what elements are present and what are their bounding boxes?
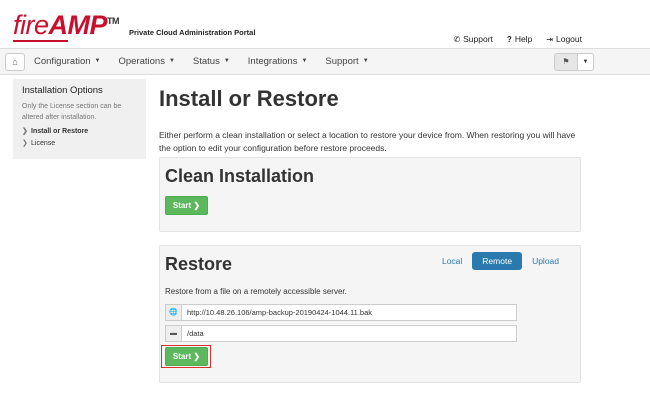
nav-status[interactable]: Status ▼ — [193, 56, 230, 67]
clean-installation-panel: Clean Installation Start ❯ — [159, 157, 581, 232]
fireamp-logo[interactable]: fireAMPTM — [13, 10, 120, 41]
logo-underline — [13, 40, 68, 42]
sidebar-item-install-restore[interactable]: ❯ Install or Restore — [22, 126, 137, 138]
caret-down-icon: ▼ — [168, 58, 175, 65]
nav-menu: Configuration ▼ Operations ▼ Status ▼ Integ… — [34, 56, 369, 67]
restore-description: Restore from a file on a remotely access… — [165, 287, 347, 296]
clean-start-button[interactable]: Start ❯ — [165, 196, 208, 215]
nav-integrations[interactable]: Integrations ▼ — [248, 56, 308, 67]
help-link[interactable]: ? Help — [507, 34, 532, 44]
nav-configuration[interactable]: Configuration ▼ — [34, 56, 100, 67]
flag-button-group: ⚑ ▼ — [554, 53, 594, 71]
home-button[interactable]: ⌂ — [5, 53, 25, 71]
folder-icon: ▬ — [166, 326, 182, 341]
header-links: ✆ Support ? Help ⇥ Logout — [453, 34, 582, 44]
sidebar-item-license[interactable]: ❯ License — [22, 138, 137, 150]
chevron-right-icon: ❯ — [22, 128, 28, 135]
remote-path-value: /data — [187, 329, 204, 338]
app-header: fireAMPTM Private Cloud Administration P… — [0, 0, 650, 48]
sidebar-note: Only the License section can be altered … — [22, 103, 122, 121]
flag-dropdown-toggle[interactable]: ▼ — [578, 53, 594, 71]
globe-icon: 🌐 — [166, 305, 182, 320]
caret-down-icon: ▼ — [582, 59, 589, 65]
logo-prefix: fire — [13, 10, 49, 40]
remote-path-field[interactable]: ▬ /data — [165, 325, 517, 342]
flag-button[interactable]: ⚑ — [554, 53, 578, 71]
sidebar-title: Installation Options — [22, 85, 103, 96]
clean-installation-title: Clean Installation — [165, 166, 315, 186]
logout-icon: ⇥ — [546, 35, 553, 44]
tab-upload[interactable]: Upload — [522, 252, 569, 270]
intro-text: Either perform a clean installation or s… — [159, 130, 576, 153]
tab-remote[interactable]: Remote — [472, 252, 523, 270]
question-icon: ? — [506, 35, 512, 44]
page-title: Install or Restore — [159, 86, 339, 111]
restore-source-tabs: Local Remote Upload — [432, 252, 569, 270]
main-content: Install or Restore Either perform a clea… — [159, 86, 581, 155]
support-link[interactable]: ✆ Support — [453, 34, 492, 44]
logout-link[interactable]: ⇥ Logout — [546, 34, 582, 44]
caret-down-icon: ▼ — [301, 58, 308, 65]
tab-local[interactable]: Local — [432, 252, 472, 270]
remote-url-value: http://10.48.26.106/amp-backup-20190424-… — [187, 308, 373, 317]
home-icon: ⌂ — [12, 57, 18, 67]
nav-support[interactable]: Support ▼ — [325, 56, 368, 67]
logo-main: AMP — [48, 10, 108, 40]
caret-down-icon: ▼ — [94, 58, 101, 65]
sidebar: Installation Options Only the License se… — [13, 79, 146, 159]
chevron-right-icon: ❯ — [22, 140, 28, 147]
remote-url-field[interactable]: 🌐 http://10.48.26.106/amp-backup-2019042… — [165, 304, 517, 321]
logo-tm: TM — [107, 16, 120, 26]
restore-panel: Restore Local Remote Upload Restore from… — [159, 245, 581, 383]
phone-icon: ✆ — [453, 35, 461, 44]
main-navbar: ⌂ Configuration ▼ Operations ▼ Status ▼ Int… — [0, 48, 650, 75]
restore-title: Restore — [165, 254, 233, 274]
caret-down-icon: ▼ — [223, 58, 230, 65]
flag-icon: ⚑ — [562, 57, 570, 66]
nav-operations[interactable]: Operations ▼ — [118, 56, 174, 67]
restore-start-button[interactable]: Start ❯ — [165, 347, 208, 366]
portal-title: Private Cloud Administration Portal — [129, 28, 256, 37]
caret-down-icon: ▼ — [362, 58, 369, 65]
